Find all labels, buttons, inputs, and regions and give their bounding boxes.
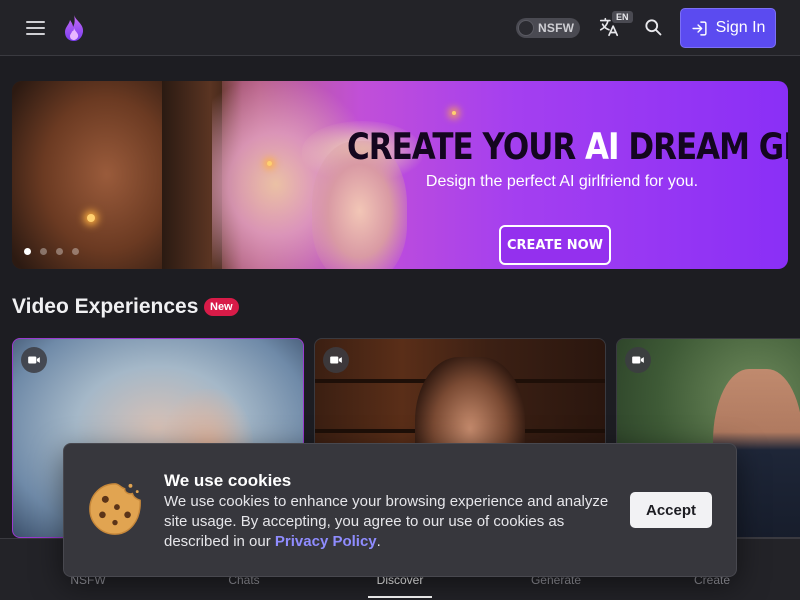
- flame-logo-icon[interactable]: [62, 14, 86, 42]
- cookie-consent-dialog: We use cookies We use cookies to enhance…: [63, 443, 737, 577]
- sparkle: [87, 214, 95, 222]
- section-title: Video Experiences: [12, 295, 199, 318]
- carousel-dots: [24, 248, 79, 255]
- accept-cookies-button[interactable]: Accept: [630, 492, 712, 528]
- cookie-body-end: .: [376, 533, 381, 550]
- language-badge: EN: [612, 11, 633, 23]
- sign-in-icon: [692, 20, 707, 36]
- hamburger-menu-icon[interactable]: [24, 17, 48, 39]
- create-now-button[interactable]: CREATE NOW: [499, 225, 611, 265]
- video-camera-icon: [625, 347, 651, 373]
- carousel-dot[interactable]: [24, 248, 31, 255]
- nsfw-toggle[interactable]: NSFW: [516, 18, 580, 38]
- cookie-title: We use cookies: [164, 471, 292, 490]
- carousel-dot[interactable]: [72, 248, 79, 255]
- video-camera-icon: [21, 347, 47, 373]
- sparkle: [452, 111, 456, 115]
- carousel-dot[interactable]: [56, 248, 63, 255]
- nsfw-toggle-label: NSFW: [538, 21, 575, 35]
- sparkle: [267, 161, 272, 166]
- search-icon[interactable]: [643, 17, 665, 39]
- headline-part-2: DREAM GIRL: [628, 125, 788, 169]
- promo-banner[interactable]: CREATE YOUR AI DREAM GIRL Design the per…: [12, 81, 788, 269]
- cookie-message: We use cookies to enhance your browsing …: [164, 492, 624, 552]
- banner-subtitle: Design the perfect AI girlfriend for you…: [425, 173, 699, 190]
- toggle-knob: [518, 20, 534, 36]
- cookie-body-text: We use cookies to enhance your browsing …: [164, 493, 609, 550]
- carousel-dot[interactable]: [40, 248, 47, 255]
- sign-in-button[interactable]: Sign In: [680, 8, 776, 48]
- video-camera-icon: [323, 347, 349, 373]
- headline-ai: AI: [585, 125, 620, 169]
- privacy-policy-link[interactable]: Privacy Policy: [275, 533, 377, 550]
- cookie-icon: [86, 480, 144, 538]
- new-badge: New: [204, 298, 239, 316]
- sign-in-label: Sign In: [715, 19, 766, 36]
- top-bar: NSFW EN Sign In: [0, 0, 800, 56]
- headline-part-1: CREATE YOUR: [347, 125, 586, 169]
- banner-headline: CREATE YOUR AI DREAM GIRL: [347, 125, 788, 169]
- active-tab-indicator: [368, 596, 432, 598]
